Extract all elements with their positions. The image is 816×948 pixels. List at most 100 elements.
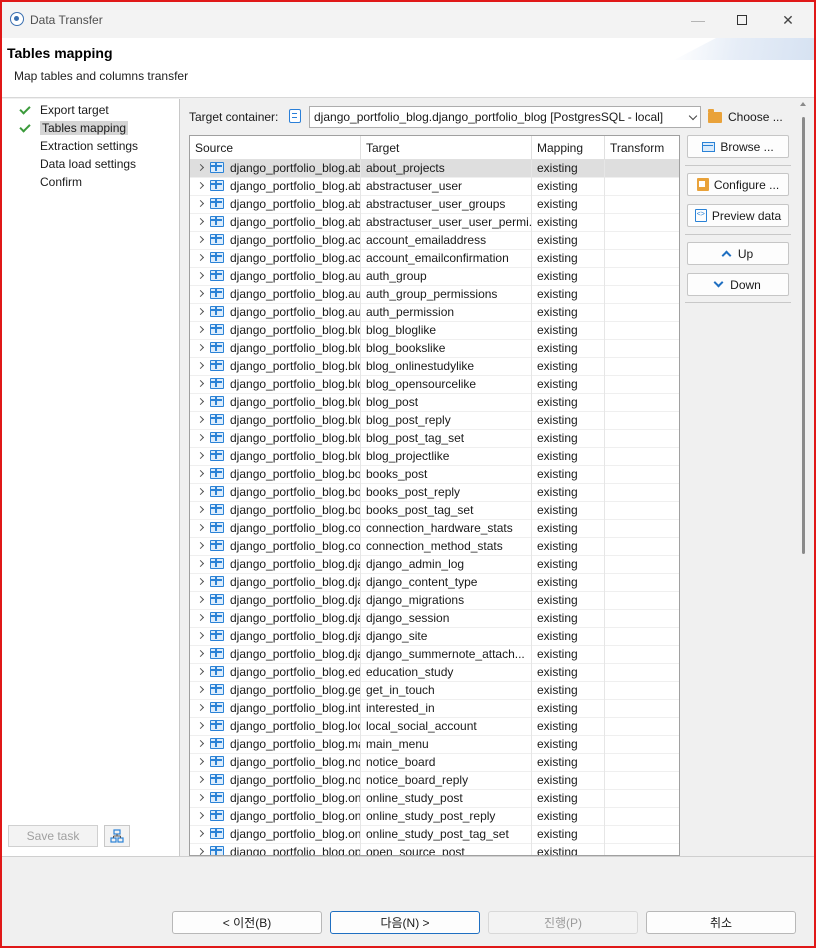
source-cell[interactable]: django_portfolio_blog.django_session <box>190 610 361 628</box>
table-row[interactable]: django_portfolio_blog.blog_bloglikeblog_… <box>190 322 679 340</box>
browse-button[interactable]: Browse ... <box>687 135 789 158</box>
target-cell[interactable]: online_study_post_reply <box>361 808 532 826</box>
target-cell[interactable]: open_source_post <box>361 844 532 855</box>
expand-chevron-icon[interactable] <box>196 235 205 244</box>
target-cell[interactable]: auth_permission <box>361 304 532 322</box>
table-row[interactable]: django_portfolio_blog.connection_hardwar… <box>190 520 679 538</box>
source-cell[interactable]: django_portfolio_blog.blog_onlinestudyli… <box>190 358 361 376</box>
mapping-cell[interactable]: existing <box>532 736 605 754</box>
table-row[interactable]: django_portfolio_blog.online_study_posto… <box>190 790 679 808</box>
table-row[interactable]: django_portfolio_blog.account_emailaddre… <box>190 232 679 250</box>
transform-cell[interactable] <box>605 214 679 232</box>
nav-item-tables-mapping[interactable]: Tables mapping <box>18 119 129 137</box>
source-cell[interactable]: django_portfolio_blog.blog_opensourcelik… <box>190 376 361 394</box>
column-header-source[interactable]: Source <box>190 136 361 160</box>
expand-chevron-icon[interactable] <box>196 397 205 406</box>
expand-chevron-icon[interactable] <box>196 721 205 730</box>
table-row[interactable]: django_portfolio_blog.online_study_post_… <box>190 808 679 826</box>
table-row[interactable]: django_portfolio_blog.connection_method_… <box>190 538 679 556</box>
mapping-cell[interactable]: existing <box>532 826 605 844</box>
table-row[interactable]: django_portfolio_blog.abstractuser_usera… <box>190 178 679 196</box>
mapping-cell[interactable]: existing <box>532 844 605 855</box>
table-row[interactable]: django_portfolio_blog.django_admin_logdj… <box>190 556 679 574</box>
target-cell[interactable]: blog_post_tag_set <box>361 430 532 448</box>
back-button[interactable]: < 이전(B) <box>172 911 322 934</box>
expand-chevron-icon[interactable] <box>196 289 205 298</box>
mapping-cell[interactable]: existing <box>532 790 605 808</box>
mapping-cell[interactable]: existing <box>532 520 605 538</box>
table-row[interactable]: django_portfolio_blog.books_postbooks_po… <box>190 466 679 484</box>
target-cell[interactable]: blog_bloglike <box>361 322 532 340</box>
expand-chevron-icon[interactable] <box>196 541 205 550</box>
transform-cell[interactable] <box>605 664 679 682</box>
target-cell[interactable]: django_content_type <box>361 574 532 592</box>
table-row[interactable]: django_portfolio_blog.blog_projectlikebl… <box>190 448 679 466</box>
expand-chevron-icon[interactable] <box>196 667 205 676</box>
transform-cell[interactable] <box>605 844 679 855</box>
source-cell[interactable]: django_portfolio_blog.blog_post_tag_set <box>190 430 361 448</box>
source-cell[interactable]: django_portfolio_blog.blog_projectlike <box>190 448 361 466</box>
transform-cell[interactable] <box>605 808 679 826</box>
expand-chevron-icon[interactable] <box>196 685 205 694</box>
source-cell[interactable]: django_portfolio_blog.blog_bookslike <box>190 340 361 358</box>
mapping-cell[interactable]: existing <box>532 196 605 214</box>
table-row[interactable]: django_portfolio_blog.get_in_touchget_in… <box>190 682 679 700</box>
expand-chevron-icon[interactable] <box>196 577 205 586</box>
source-cell[interactable]: django_portfolio_blog.online_study_post_… <box>190 826 361 844</box>
mapping-cell[interactable]: existing <box>532 718 605 736</box>
mapping-cell[interactable]: existing <box>532 214 605 232</box>
move-up-button[interactable]: Up <box>687 242 789 265</box>
expand-chevron-icon[interactable] <box>196 757 205 766</box>
source-cell[interactable]: django_portfolio_blog.books_post <box>190 466 361 484</box>
mapping-cell[interactable]: existing <box>532 772 605 790</box>
table-row[interactable]: django_portfolio_blog.open_source_postop… <box>190 844 679 855</box>
target-cell[interactable]: abstractuser_user_user_permi... <box>361 214 532 232</box>
target-cell[interactable]: books_post_tag_set <box>361 502 532 520</box>
transform-cell[interactable] <box>605 358 679 376</box>
transform-cell[interactable] <box>605 160 679 178</box>
table-row[interactable]: django_portfolio_blog.django_summernote_… <box>190 646 679 664</box>
nav-item-export-target[interactable]: Export target <box>18 101 109 119</box>
mapping-cell[interactable]: existing <box>532 610 605 628</box>
column-header-target[interactable]: Target <box>361 136 532 160</box>
mapping-cell[interactable]: existing <box>532 682 605 700</box>
mapping-cell[interactable]: existing <box>532 412 605 430</box>
mapping-cell[interactable]: existing <box>532 322 605 340</box>
source-cell[interactable]: django_portfolio_blog.education_study <box>190 664 361 682</box>
expand-chevron-icon[interactable] <box>196 469 205 478</box>
expand-chevron-icon[interactable] <box>196 595 205 604</box>
column-header-mapping[interactable]: Mapping <box>532 136 605 160</box>
transform-cell[interactable] <box>605 682 679 700</box>
target-cell[interactable]: main_menu <box>361 736 532 754</box>
transform-cell[interactable] <box>605 196 679 214</box>
transform-cell[interactable] <box>605 718 679 736</box>
transform-cell[interactable] <box>605 394 679 412</box>
table-row[interactable]: django_portfolio_blog.account_emailconfi… <box>190 250 679 268</box>
mapping-cell[interactable]: existing <box>532 484 605 502</box>
target-cell[interactable]: books_post <box>361 466 532 484</box>
expand-chevron-icon[interactable] <box>196 703 205 712</box>
move-down-button[interactable]: Down <box>687 273 789 296</box>
source-cell[interactable]: django_portfolio_blog.get_in_touch <box>190 682 361 700</box>
transform-cell[interactable] <box>605 430 679 448</box>
target-cell[interactable]: auth_group_permissions <box>361 286 532 304</box>
transform-cell[interactable] <box>605 574 679 592</box>
scrollbar-thumb[interactable] <box>802 117 805 554</box>
source-cell[interactable]: django_portfolio_blog.online_study_post_… <box>190 808 361 826</box>
expand-chevron-icon[interactable] <box>196 847 205 855</box>
expand-chevron-icon[interactable] <box>196 415 205 424</box>
expand-chevron-icon[interactable] <box>196 199 205 208</box>
choose-container-button[interactable]: Choose ... <box>708 106 808 128</box>
mapping-cell[interactable]: existing <box>532 466 605 484</box>
mapping-cell[interactable]: existing <box>532 160 605 178</box>
expand-chevron-icon[interactable] <box>196 829 205 838</box>
mapping-cell[interactable]: existing <box>532 232 605 250</box>
table-row[interactable]: django_portfolio_blog.education_studyedu… <box>190 664 679 682</box>
source-cell[interactable]: django_portfolio_blog.interested_in <box>190 700 361 718</box>
transform-cell[interactable] <box>605 610 679 628</box>
expand-chevron-icon[interactable] <box>196 793 205 802</box>
scroll-up-arrow-icon[interactable] <box>800 102 806 106</box>
table-row[interactable]: django_portfolio_blog.blog_bookslikeblog… <box>190 340 679 358</box>
transform-cell[interactable] <box>605 772 679 790</box>
expand-chevron-icon[interactable] <box>196 559 205 568</box>
